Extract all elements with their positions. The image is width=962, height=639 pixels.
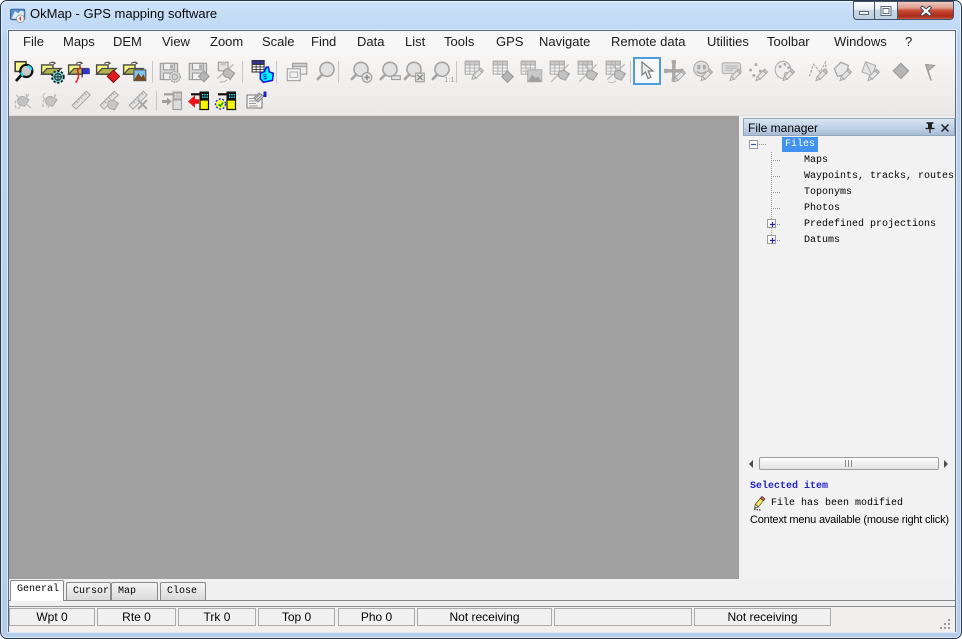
svg-text:1:1: 1:1 [444, 75, 455, 84]
